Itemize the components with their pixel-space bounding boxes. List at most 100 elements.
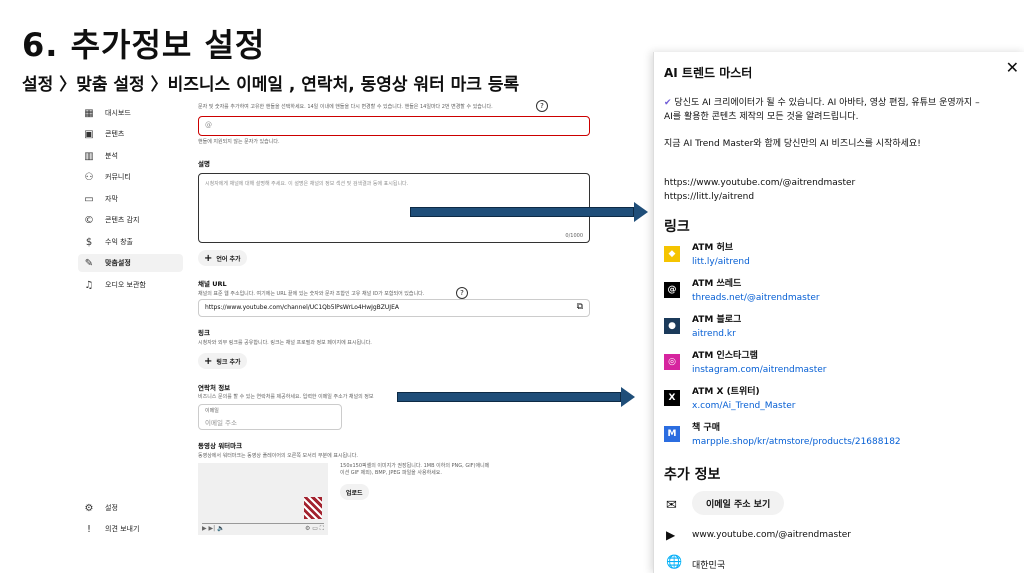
sidebar-item-label: 맞춤설정 (105, 259, 131, 267)
panel-intro-line2: AI를 활용한 콘텐츠 제작의 모든 것을 알려드립니다. (664, 112, 859, 122)
subtitles-icon: ▭ (84, 193, 94, 205)
globe-icon: 🌐 (666, 555, 683, 570)
sidebar-item-feedback[interactable]: ! 의견 보내기 (83, 520, 139, 538)
add-language-label: 언어 추가 (216, 255, 241, 263)
marpple-icon: M (664, 426, 680, 442)
channel-url-description: 채널의 표준 웹 주소입니다. 여기에는 URL 끝에 있는 숫자와 문자 조합… (198, 291, 425, 297)
panel-link-title: ATM 블로그 (692, 315, 742, 325)
channel-url-label: 채널 URL (198, 280, 227, 288)
customization-icon: ✎ (84, 257, 94, 269)
panel-link-title: ATM X (트위터) (692, 387, 760, 397)
sidebar-item-label: 수익 창출 (105, 238, 133, 246)
panel-link-title: ATM 쓰레드 (692, 279, 742, 289)
handle-error: 핸들에 지원되지 않는 문자가 있습니다. (198, 139, 280, 145)
watermark-description: 동영상에서 워터마크는 동영상 플레이어의 오른쪽 모서리 부분에 표시됩니다. (198, 453, 358, 459)
email-field[interactable]: 이메일 이메일 주소 (198, 404, 342, 430)
contact-label: 연락처 정보 (198, 384, 231, 392)
panel-link-title: ATM 허브 (692, 243, 734, 253)
sidebar-item-label: 분석 (105, 152, 118, 160)
upload-label: 업로드 (346, 489, 363, 497)
panel-intro-text1: 당신도 AI 크리에이터가 될 수 있습니다. AI 아바타, 영상 편집, 유… (674, 98, 980, 108)
watermark-spec: 150x150픽셀의 이미지가 권장됩니다. 1MB 이하의 PNG, GIF(… (340, 463, 490, 476)
player-controls: ▶ ▶| 🔈 (202, 525, 225, 532)
channel-url-field[interactable]: https://www.youtube.com/channel/UC1Qb5lP… (198, 299, 590, 317)
panel-title: AI 트렌드 마스터 (664, 66, 753, 80)
sidebar-item-label: 설정 (105, 504, 118, 512)
sidebar-item-label: 오디오 보관함 (105, 281, 146, 289)
email-placeholder: 이메일 주소 (205, 419, 237, 427)
add-language-button[interactable]: + 언어 추가 (198, 250, 247, 266)
sidebar-item-label: 자막 (105, 195, 118, 203)
content-icon: ▣ (84, 128, 94, 140)
sidebar-item[interactable]: ▭ 자막 (83, 190, 118, 208)
panel-link-url[interactable]: instagram.com/aitrendmaster (692, 365, 827, 375)
youtube-icon: ▶ (666, 528, 676, 542)
upload-button[interactable]: 업로드 (340, 484, 369, 500)
sidebar-item-label: 콘텐츠 (105, 130, 125, 138)
sidebar-item[interactable]: ▦ 대시보드 (83, 104, 131, 122)
show-email-button[interactable]: 이메일 주소 보기 (692, 491, 785, 515)
panel-url2[interactable]: https://litt.ly/aitrend (664, 192, 754, 202)
feedback-icon: ! (86, 523, 91, 535)
x-icon: X (664, 390, 680, 406)
extra-info-heading: 추가 정보 (664, 467, 721, 483)
panel-link-item[interactable]: X ATM X (트위터) x.com/Ai_Trend_Master (664, 384, 1014, 420)
panel-link-title: ATM 인스타그램 (692, 351, 758, 361)
panel-link-url[interactable]: litt.ly/aitrend (692, 257, 750, 267)
plus-icon: + (204, 355, 213, 367)
checkmark-icon: ✔ (664, 98, 672, 108)
sidebar-item[interactable]: ▥ 분석 (83, 147, 118, 165)
player-settings-controls: ⚙ ▭ ⛶ (304, 525, 324, 532)
sidebar-item[interactable]: ⚇ 커뮤니티 (83, 168, 131, 186)
panel-channel-url[interactable]: www.youtube.com/@aitrendmaster (692, 530, 851, 540)
panel-link-item[interactable]: M 책 구매 marpple.shop/kr/atmstore/products/2… (664, 420, 1014, 456)
mail-icon: ✉ (666, 498, 677, 513)
analytics-icon: ▥ (84, 150, 94, 162)
sidebar-item-settings[interactable]: ⚙ 설정 (83, 499, 118, 517)
panel-link-url[interactable]: threads.net/@aitrendmaster (692, 293, 820, 303)
contact-description: 비즈니스 문의를 할 수 있는 연락처를 제공하세요. 입력한 이메일 주소가 … (198, 394, 374, 400)
description-count: 0/1000 (565, 233, 583, 239)
panel-link-item[interactable]: ◎ ATM 인스타그램 instagram.com/aitrendmaster (664, 348, 1014, 384)
annotation-arrow (397, 387, 635, 407)
panel-link-url[interactable]: x.com/Ai_Trend_Master (692, 401, 795, 411)
handle-description: 문자 및 숫자를 추가하여 고유한 핸들을 선택하세요. 14일 이내에 핸들을… (198, 104, 493, 110)
panel-link-item[interactable]: ◆ ATM 허브 litt.ly/aitrend (664, 240, 1014, 276)
earn-icon: $ (85, 236, 93, 248)
email-field-label: 이메일 (205, 408, 219, 414)
panel-url1[interactable]: https://www.youtube.com/@aitrendmaster (664, 178, 855, 188)
panel-link-url[interactable]: marpple.shop/kr/atmstore/products/216881… (692, 437, 901, 447)
channel-url-value: https://www.youtube.com/channel/UC1Qb5lP… (205, 304, 399, 311)
audio-library-icon: ♫ (84, 279, 94, 291)
help-icon[interactable]: ? (456, 287, 468, 299)
links-description: 시청자와 외부 링크를 공유합니다. 링크는 채널 프로필과 정보 페이지에 표… (198, 340, 372, 346)
add-link-label: 링크 추가 (216, 358, 241, 366)
community-icon: ⚇ (84, 171, 94, 183)
dashboard-icon: ▦ (84, 107, 94, 119)
panel-intro-line3: 지금 AI Trend Master와 함께 당신만의 AI 비즈니스를 시작하… (664, 139, 921, 149)
sidebar-item-label: 콘텐츠 감지 (105, 216, 140, 224)
links-heading: 링크 (664, 219, 690, 235)
sidebar-item[interactable]: ▣ 콘텐츠 (83, 125, 124, 143)
panel-link-item[interactable]: ● ATM 블로그 aitrend.kr (664, 312, 1014, 348)
help-icon[interactable]: ? (536, 100, 548, 112)
blog-icon: ● (664, 318, 680, 334)
handle-input[interactable]: @ (198, 116, 590, 136)
close-icon[interactable]: ✕ (1006, 58, 1019, 77)
sidebar-item[interactable]: © 콘텐츠 감지 (83, 211, 139, 229)
breadcrumb: 설정 〉맞춤 설정 〉비즈니스 이메일 , 연락처, 동영상 워터 마크 등록 (22, 75, 520, 95)
annotation-arrow (410, 202, 648, 222)
add-link-button[interactable]: + 링크 추가 (198, 353, 247, 369)
panel-country: 대한민국 (692, 561, 726, 571)
description-label: 설명 (198, 160, 210, 168)
sidebar-item[interactable]: $ 수익 창출 (83, 233, 133, 251)
sidebar-item[interactable]: ✎ 맞춤설정 (78, 254, 183, 272)
watermark-preview: ▶ ▶| 🔈 ⚙ ▭ ⛶ (198, 463, 328, 535)
watermark-thumbnail (304, 497, 322, 519)
panel-link-item[interactable]: @ ATM 쓰레드 threads.net/@aitrendmaster (664, 276, 1014, 312)
sidebar-item[interactable]: ♫ 오디오 보관함 (83, 276, 146, 294)
panel-link-url[interactable]: aitrend.kr (692, 329, 736, 339)
copy-icon[interactable]: ⧉ (577, 302, 583, 312)
threads-icon: @ (664, 282, 680, 298)
player-progress-bar[interactable] (202, 523, 324, 524)
